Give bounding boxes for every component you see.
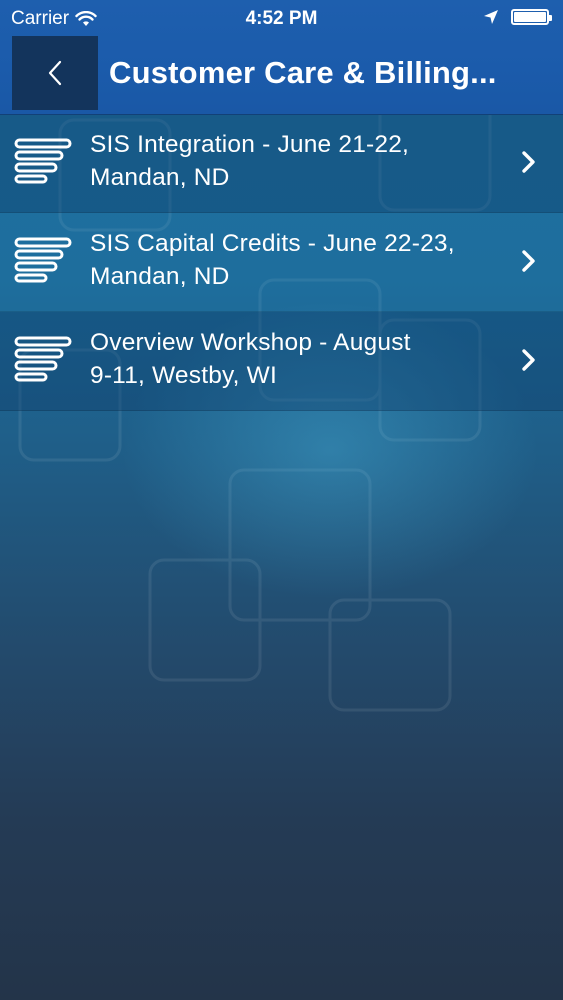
list-item-label: SIS Integration - June 21-22, Mandan, ND — [90, 128, 500, 194]
status-right-indicators — [483, 9, 552, 25]
list-item[interactable]: Overview Workshop - August 9-11, Westby,… — [0, 312, 563, 411]
list-item-label: SIS Capital Credits - June 22-23, Mandan… — [90, 227, 500, 293]
battery-icon — [511, 9, 552, 25]
chevron-left-icon — [48, 60, 62, 86]
list-item-label: Overview Workshop - August 9-11, Westby,… — [90, 326, 500, 392]
battery-level — [514, 12, 546, 22]
list-item-label-line2: 9-11, Westby, WI — [90, 362, 277, 389]
list-item-label-line2: Mandan, ND — [90, 263, 230, 290]
text-lines-icon — [14, 138, 72, 184]
event-list: SIS Integration - June 21-22, Mandan, ND… — [0, 114, 563, 411]
app-header: Carrier 4:52 PM Customer Care & Billing.… — [0, 0, 563, 115]
page-title: Customer Care & Billing... — [109, 55, 497, 90]
list-item-label-line1: Overview Workshop - August — [90, 329, 411, 356]
chevron-right-icon — [522, 349, 535, 371]
list-item-label-line1: SIS Capital Credits - June 22-23, — [90, 230, 455, 257]
text-lines-icon — [14, 237, 72, 283]
list-item[interactable]: SIS Capital Credits - June 22-23, Mandan… — [0, 213, 563, 312]
list-item-label-line2: Mandan, ND — [90, 164, 230, 191]
status-time: 4:52 PM — [245, 8, 318, 29]
text-lines-icon — [14, 336, 72, 382]
status-bar: Carrier 4:52 PM — [0, 0, 563, 36]
navigation-bar: Customer Care & Billing... — [0, 36, 563, 112]
list-item[interactable]: SIS Integration - June 21-22, Mandan, ND — [0, 114, 563, 213]
chevron-right-icon — [522, 250, 535, 272]
list-item-label-line1: SIS Integration - June 21-22, — [90, 131, 410, 158]
chevron-right-icon — [522, 151, 535, 173]
location-arrow-icon — [484, 10, 498, 24]
back-button[interactable] — [12, 36, 98, 110]
